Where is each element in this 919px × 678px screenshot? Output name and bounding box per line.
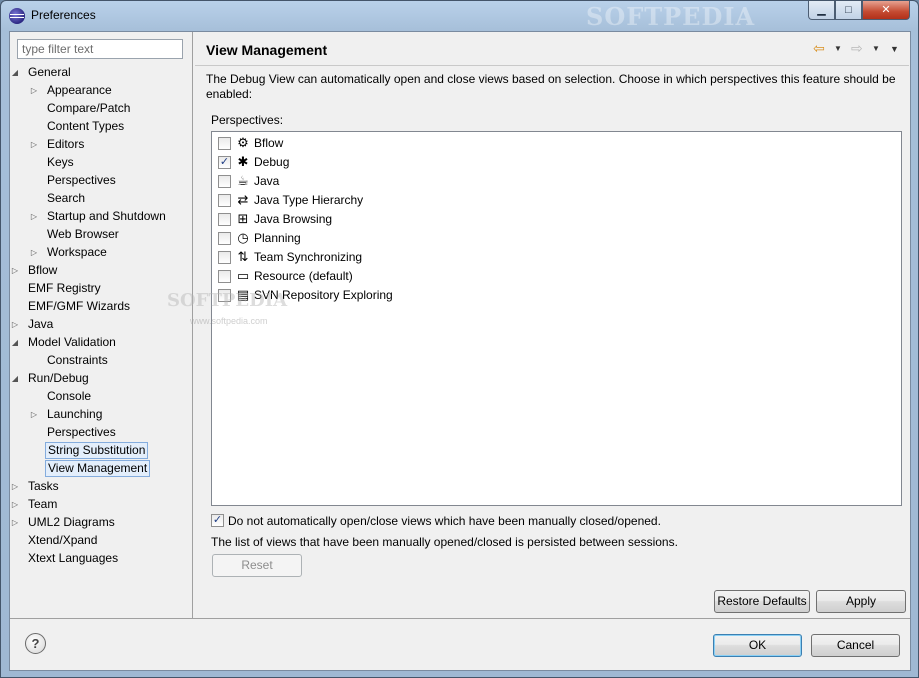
persistence-note: The list of views that have been manuall…	[211, 535, 678, 549]
tree-item-label: Constraints	[47, 353, 108, 367]
tree-item-label: Team	[28, 497, 58, 511]
tree-collapsed-icon[interactable]: ▷	[29, 82, 39, 99]
tree-item-label: Startup and Shutdown	[47, 209, 166, 223]
tree-item-label: Run/Debug	[28, 371, 89, 385]
perspective-label: Resource (default)	[254, 269, 353, 283]
tree-collapsed-icon[interactable]: ▷	[10, 316, 20, 333]
tree-item-label: Compare/Patch	[47, 101, 131, 115]
perspectives-list[interactable]: ⚙ Bflow ✓ ✱ Debug ☕ Java ⇄ Java Type Hierarchy ⊞ J…	[211, 131, 902, 506]
java-browsing-icon: ⊞	[237, 211, 249, 226]
tree-item-label: General	[28, 65, 71, 79]
tree-item-label: Tasks	[28, 479, 59, 493]
tree-item-label: Xtext Languages	[28, 551, 119, 565]
perspective-label: Planning	[254, 231, 301, 245]
tree-item-label: Bflow	[28, 263, 58, 277]
softpedia-watermark-url: www.softpedia.com	[190, 316, 268, 326]
tree-collapsed-icon[interactable]: ▷	[10, 478, 20, 495]
eclipse-icon	[9, 8, 25, 24]
perspective-label: Java Type Hierarchy	[254, 193, 364, 207]
perspective-checkbox[interactable]	[218, 213, 231, 226]
forward-history-dropdown-icon[interactable]: ▼	[872, 44, 880, 53]
reset-button[interactable]: Reset	[212, 554, 302, 577]
bug-icon: ✱	[237, 154, 249, 169]
tree-collapsed-icon[interactable]: ▷	[29, 406, 39, 423]
dialog-client-area: ◢ General ▷ Appearance Compare/Patch Content …	[9, 31, 911, 671]
tree-item-label: Appearance	[47, 83, 112, 97]
perspectives-label: Perspectives:	[211, 113, 284, 127]
tree-collapsed-icon[interactable]: ▷	[29, 208, 39, 225]
forward-arrow-icon[interactable]: ⇨	[851, 41, 865, 55]
tree-item-label: Keys	[47, 155, 74, 169]
tree-item-label: EMF Registry	[28, 281, 101, 295]
tree-item-label: Search	[47, 191, 86, 205]
tree-collapsed-icon[interactable]: ▷	[10, 514, 20, 531]
tree-item-label: Content Types	[47, 119, 125, 133]
perspective-checkbox[interactable]	[218, 251, 231, 264]
window-title: Preferences	[31, 8, 96, 22]
tree-item-label: String Substitution	[45, 442, 149, 459]
perspective-checkbox[interactable]	[218, 175, 231, 188]
perspective-label: Java Browsing	[254, 212, 333, 226]
preferences-window: Preferences SOFTPEDIA ▁ □ ✕ ◢ General ▷ App…	[0, 0, 919, 678]
gears-icon: ⚙	[237, 135, 249, 150]
tree-expanded-icon[interactable]: ◢	[10, 370, 20, 387]
restore-defaults-button[interactable]: Restore Defaults	[714, 590, 810, 613]
perspective-checkbox[interactable]	[218, 194, 231, 207]
tree-collapsed-icon[interactable]: ▷	[10, 262, 20, 279]
folder-icon: ▭	[236, 268, 250, 283]
perspective-checkbox[interactable]	[218, 137, 231, 150]
tree-item-label: Xtend/Xpand	[28, 533, 98, 547]
tree-collapsed-icon[interactable]: ▷	[29, 244, 39, 261]
bottom-separator	[10, 618, 910, 619]
softpedia-watermark: SOFTPEDIA	[586, 2, 756, 31]
perspective-label: Team Synchronizing	[254, 250, 363, 264]
tree-item-label: Web Browser	[47, 227, 119, 241]
team-sync-icon: ⇅	[237, 249, 249, 264]
apply-button[interactable]: Apply	[816, 590, 906, 613]
page-description: The Debug View can automatically open an…	[206, 72, 896, 101]
perspective-label: Bflow	[254, 136, 284, 150]
page-title: View Management	[206, 42, 328, 58]
manual-views-checkbox[interactable]: ✓	[211, 514, 224, 527]
tree-item-label: Editors	[47, 137, 85, 151]
java-perspective-icon: ☕	[237, 173, 249, 188]
tree-item-label: Perspectives	[47, 173, 116, 187]
softpedia-watermark-center: SOFTPEDIA	[167, 290, 288, 311]
tree-expanded-icon[interactable]: ◢	[10, 64, 20, 81]
perspective-checkbox[interactable]	[218, 270, 231, 283]
tree-item-label: EMF/GMF Wizards	[28, 299, 130, 313]
tree-item-label: Console	[47, 389, 92, 403]
manual-views-option-label: Do not automatically open/close views wh…	[228, 514, 661, 528]
perspective-label: Debug	[254, 155, 290, 169]
maximize-button[interactable]: □	[835, 1, 862, 20]
tree-item-label: Launching	[47, 407, 103, 421]
ok-button[interactable]: OK	[713, 634, 802, 657]
cancel-button[interactable]: Cancel	[811, 634, 900, 657]
tree-item-label: Perspectives	[47, 425, 116, 439]
tree-collapsed-icon[interactable]: ▷	[29, 136, 39, 153]
title-bar[interactable]: Preferences SOFTPEDIA ▁ □ ✕	[1, 1, 918, 31]
perspective-label: Java	[254, 174, 280, 188]
tree-item-label: Workspace	[47, 245, 107, 259]
tree-item-label: View Management	[45, 460, 151, 477]
tree-item-label: Model Validation	[28, 335, 116, 349]
type-hierarchy-icon: ⇄	[237, 192, 249, 207]
close-button[interactable]: ✕	[862, 1, 910, 20]
minimize-button[interactable]: ▁	[808, 1, 835, 20]
tree-item-label: UML2 Diagrams	[28, 515, 115, 529]
tree-item-label: Java	[28, 317, 54, 331]
filter-input[interactable]	[17, 39, 183, 59]
tree-collapsed-icon[interactable]: ▷	[10, 496, 20, 513]
view-menu-icon[interactable]: ▼	[890, 44, 899, 54]
perspective-checkbox[interactable]	[218, 232, 231, 245]
clock-icon: ◷	[237, 230, 249, 245]
help-icon[interactable]: ?	[25, 633, 46, 654]
tree-expanded-icon[interactable]: ◢	[10, 334, 20, 351]
back-history-dropdown-icon[interactable]: ▼	[834, 44, 842, 53]
title-separator	[195, 65, 909, 66]
back-arrow-icon[interactable]: ⇦	[813, 41, 827, 55]
perspective-checkbox[interactable]: ✓	[218, 156, 231, 169]
